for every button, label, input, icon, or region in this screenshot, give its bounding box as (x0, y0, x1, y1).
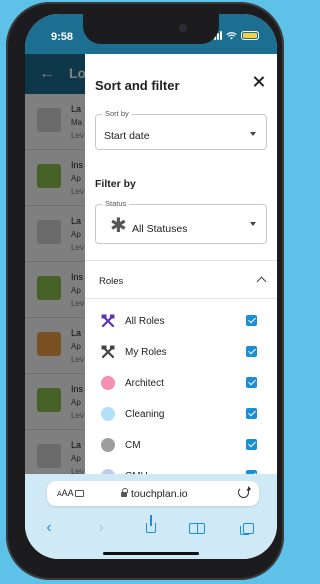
extension-icon[interactable] (75, 490, 84, 497)
share-icon[interactable] (141, 515, 161, 538)
status-select[interactable]: Status ✱ All Statuses (95, 199, 267, 244)
tabs-icon[interactable] (239, 518, 259, 538)
caret-down-icon (250, 132, 256, 136)
close-icon[interactable] (249, 72, 269, 92)
role-item[interactable]: CM (85, 430, 277, 460)
safari-bottom-bar: AAA touchplan.io ‹ › (25, 474, 277, 559)
role-item[interactable]: My Roles (85, 337, 277, 367)
url-text: touchplan.io (131, 488, 188, 500)
role-checkbox[interactable] (246, 346, 257, 357)
tools-icon (101, 314, 115, 328)
lock-icon (121, 488, 128, 497)
text-size-button[interactable]: AAA (57, 488, 74, 498)
role-item[interactable]: All Roles (85, 306, 277, 336)
forward-chevron-icon[interactable]: › (91, 518, 111, 538)
bookmarks-icon[interactable] (187, 518, 207, 538)
divider (85, 260, 277, 261)
chevron-up-icon (256, 276, 267, 287)
status-time: 9:58 (51, 31, 74, 43)
role-color-dot-icon (101, 438, 115, 452)
sort-by-select[interactable]: Sort by Start date (95, 109, 267, 150)
role-checkbox[interactable] (246, 377, 257, 388)
role-label: My Roles (125, 347, 167, 358)
role-item[interactable]: CMU (85, 461, 277, 474)
back-chevron-icon[interactable]: ‹ (39, 518, 59, 538)
wifi-icon (226, 31, 237, 40)
role-label: All Roles (125, 316, 165, 327)
role-label: CM (125, 440, 141, 451)
divider (85, 298, 277, 299)
role-color-dot-icon (101, 407, 115, 421)
status-label: Status (102, 199, 130, 208)
role-checkbox[interactable] (246, 408, 257, 419)
phone-frame: 9:58 ← Lo LaMaLevInsApLevLaApLevInsApLev… (6, 2, 284, 580)
asterisk-icon: ✱ (110, 215, 127, 237)
drawer-title: Sort and filter (95, 78, 180, 93)
tools-icon (101, 345, 115, 359)
role-color-dot-icon (101, 376, 115, 390)
sort-by-value: Start date (104, 130, 150, 142)
battery-icon (241, 31, 259, 40)
role-checkbox[interactable] (246, 315, 257, 326)
role-checkbox[interactable] (246, 439, 257, 450)
role-label: Cleaning (125, 409, 165, 420)
phone-screen: 9:58 ← Lo LaMaLevInsApLevLaApLevInsApLev… (25, 14, 277, 559)
notch (83, 14, 219, 44)
role-item[interactable]: Architect (85, 368, 277, 398)
reload-icon[interactable] (238, 486, 251, 498)
status-value: All Statuses (132, 223, 188, 235)
status-icons (211, 31, 259, 40)
sort-by-label: Sort by (102, 109, 132, 118)
text-size-label: AA (61, 488, 74, 498)
sort-filter-drawer: Sort and filter Sort by Start date Filte… (85, 54, 277, 474)
camera (179, 24, 187, 32)
filter-by-heading: Filter by (95, 178, 136, 190)
roles-heading: Roles (99, 276, 124, 287)
role-item[interactable]: Cleaning (85, 399, 277, 429)
caret-down-icon (250, 222, 256, 226)
home-indicator (103, 552, 199, 555)
role-label: Architect (125, 378, 164, 389)
address-bar[interactable]: AAA touchplan.io (47, 481, 259, 506)
